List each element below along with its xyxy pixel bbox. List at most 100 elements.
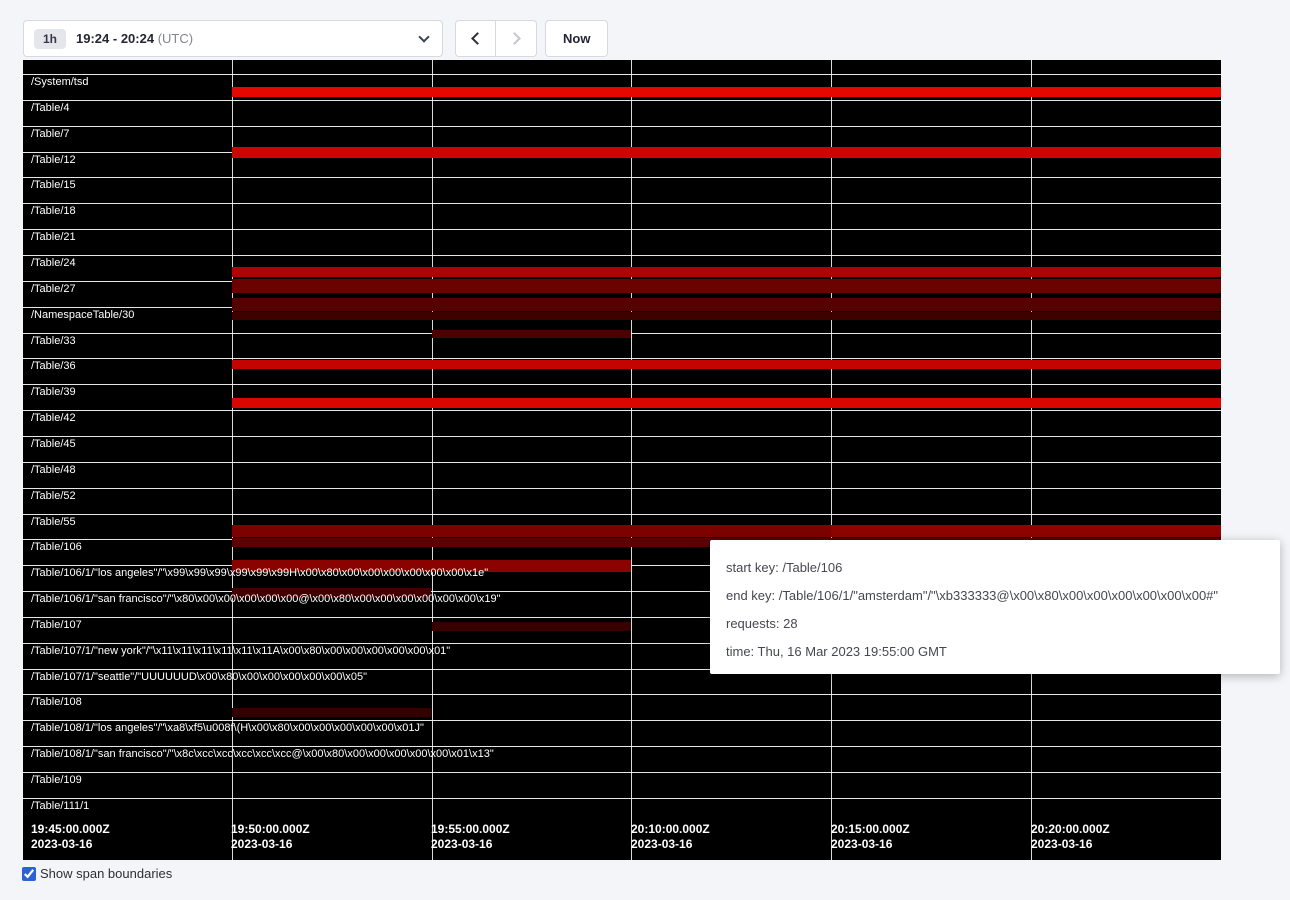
- show-span-boundaries-control: Show span boundaries: [22, 866, 172, 881]
- span-key-label: /Table/106: [31, 541, 82, 553]
- span-boundary-line: [23, 488, 1221, 489]
- time-gridline: [1031, 60, 1032, 860]
- span-key-label: /Table/108: [31, 696, 82, 708]
- span-key-label: /Table/15: [31, 179, 76, 191]
- axis-date: 2023-03-16: [831, 837, 910, 852]
- span-boundary-line: [23, 100, 1221, 101]
- time-axis-label: 19:45:00.000Z2023-03-16: [31, 822, 110, 852]
- axis-date: 2023-03-16: [631, 837, 710, 852]
- time-axis-label: 19:55:00.000Z2023-03-16: [431, 822, 510, 852]
- span-boundary-line: [23, 514, 1221, 515]
- span-boundary-line: [23, 126, 1221, 127]
- time-axis-label: 20:15:00.000Z2023-03-16: [831, 822, 910, 852]
- span-key-label: /Table/7: [31, 128, 70, 140]
- span-key-label: /Table/27: [31, 283, 76, 295]
- span-key-label: /Table/4: [31, 102, 70, 114]
- axis-time: 19:50:00.000Z: [231, 822, 310, 837]
- heat-band: [232, 147, 1221, 158]
- span-boundary-line: [23, 772, 1221, 773]
- span-key-label: /System/tsd: [31, 76, 88, 88]
- time-axis-label: 20:20:00.000Z2023-03-16: [1031, 822, 1110, 852]
- span-tooltip: start key: /Table/106 end key: /Table/10…: [710, 540, 1280, 674]
- span-key-label: /Table/106/1/"san francisco"/"\x80\x00\x…: [31, 593, 501, 605]
- span-key-label: /Table/42: [31, 412, 76, 424]
- span-key-label: /Table/36: [31, 360, 76, 372]
- time-gridline: [432, 60, 433, 860]
- heat-band: [232, 360, 1221, 369]
- key-visualizer-canvas[interactable]: /System/tsd/Table/4/Table/7/Table/12/Tab…: [23, 60, 1221, 860]
- axis-time: 19:45:00.000Z: [31, 822, 110, 837]
- span-key-label: /Table/107/1/"new york"/"\x11\x11\x11\x1…: [31, 645, 450, 657]
- span-boundary-line: [23, 203, 1221, 204]
- span-key-label: /Table/106/1/"los angeles"/"\x99\x99\x99…: [31, 567, 488, 579]
- heat-band: [831, 525, 1221, 537]
- span-key-label: /Table/48: [31, 464, 76, 476]
- heat-band: [432, 330, 631, 338]
- span-boundary-line: [23, 798, 1221, 799]
- heat-band: [232, 267, 1221, 277]
- span-key-label: /Table/12: [31, 154, 76, 166]
- time-zone-label: (UTC): [158, 31, 193, 46]
- span-boundary-line: [23, 384, 1221, 385]
- span-key-label: /Table/109: [31, 774, 82, 786]
- heat-band: [232, 708, 431, 717]
- span-boundary-line: [23, 177, 1221, 178]
- tooltip-time: time: Thu, 16 Mar 2023 19:55:00 GMT: [726, 644, 1264, 659]
- span-key-label: /Table/107/1/"seattle"/"UUUUUUD\x00\x80\…: [31, 671, 367, 683]
- span-key-label: /NamespaceTable/30: [31, 309, 134, 321]
- toolbar: 1h 19:24 - 20:24 (UTC) Now: [23, 20, 608, 57]
- tooltip-start-key: start key: /Table/106: [726, 560, 1264, 575]
- time-range-selector[interactable]: 1h 19:24 - 20:24 (UTC): [23, 20, 443, 57]
- chevron-left-icon: [471, 32, 484, 45]
- span-boundary-line: [23, 720, 1221, 721]
- time-gridline: [631, 60, 632, 860]
- chevron-right-icon: [508, 32, 521, 45]
- span-key-label: /Table/24: [31, 257, 76, 269]
- next-time-button[interactable]: [496, 20, 537, 57]
- heat-band: [232, 87, 1221, 97]
- time-axis-label: 19:50:00.000Z2023-03-16: [231, 822, 310, 852]
- chevron-down-icon: [418, 31, 429, 42]
- axis-date: 2023-03-16: [31, 837, 110, 852]
- span-key-label: /Table/21: [31, 231, 76, 243]
- span-key-label: /Table/107: [31, 619, 82, 631]
- time-range-value: 19:24 - 20:24: [76, 31, 154, 46]
- time-nav-group: [455, 20, 537, 57]
- span-boundary-line: [23, 746, 1221, 747]
- span-key-label: /Table/55: [31, 516, 76, 528]
- heat-band: [232, 398, 1221, 408]
- axis-time: 20:10:00.000Z: [631, 822, 710, 837]
- tooltip-requests: requests: 28: [726, 616, 1264, 631]
- axis-time: 20:20:00.000Z: [1031, 822, 1110, 837]
- span-boundary-line: [23, 74, 1221, 75]
- axis-time: 19:55:00.000Z: [431, 822, 510, 837]
- axis-date: 2023-03-16: [1031, 837, 1110, 852]
- span-boundary-line: [23, 694, 1221, 695]
- span-boundary-line: [23, 462, 1221, 463]
- time-gridline: [232, 60, 233, 860]
- span-boundary-line: [23, 229, 1221, 230]
- show-span-boundaries-checkbox[interactable]: [22, 867, 36, 881]
- span-key-label: /Table/45: [31, 438, 76, 450]
- show-span-boundaries-label: Show span boundaries: [40, 866, 172, 881]
- span-boundary-line: [23, 255, 1221, 256]
- axis-time: 20:15:00.000Z: [831, 822, 910, 837]
- time-window-badge: 1h: [34, 29, 66, 49]
- heat-band: [432, 622, 631, 631]
- span-key-label: /Table/33: [31, 335, 76, 347]
- heat-band: [232, 312, 1221, 320]
- heat-band: [232, 298, 1221, 311]
- span-key-label: /Table/111/1: [31, 800, 89, 812]
- span-key-label: /Table/52: [31, 490, 76, 502]
- span-boundary-line: [23, 410, 1221, 411]
- span-key-label: /Table/108/1/"san francisco"/"\x8c\xcc\x…: [31, 748, 494, 760]
- time-range-label: 19:24 - 20:24 (UTC): [76, 31, 193, 46]
- now-button[interactable]: Now: [545, 20, 608, 57]
- axis-date: 2023-03-16: [231, 837, 310, 852]
- span-key-label: /Table/18: [31, 205, 76, 217]
- axis-date: 2023-03-16: [431, 837, 510, 852]
- prev-time-button[interactable]: [455, 20, 496, 57]
- tooltip-end-key: end key: /Table/106/1/"amsterdam"/"\xb33…: [726, 588, 1264, 603]
- time-axis-label: 20:10:00.000Z2023-03-16: [631, 822, 710, 852]
- span-boundary-line: [23, 436, 1221, 437]
